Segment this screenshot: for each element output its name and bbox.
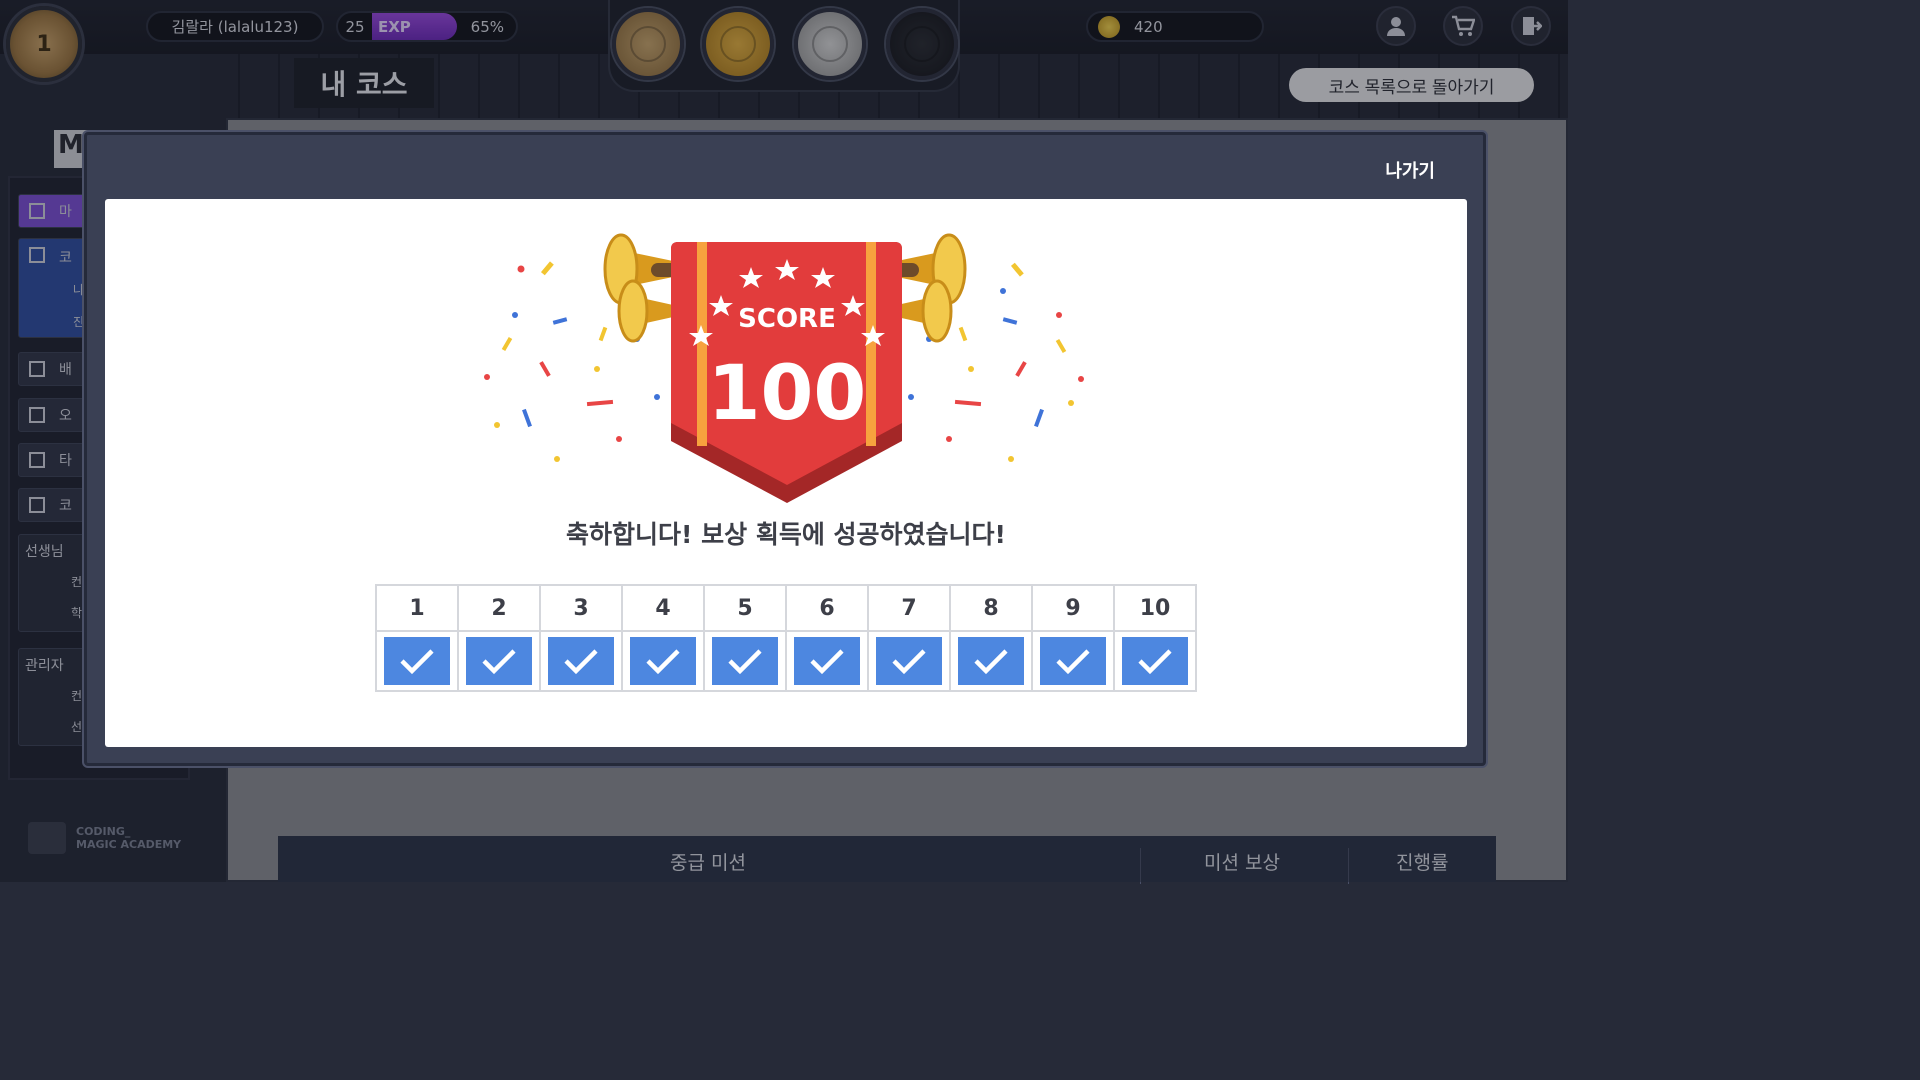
mission-number: 8	[949, 584, 1033, 632]
mission-number: 6	[785, 584, 869, 632]
mission-number: 9	[1031, 584, 1115, 632]
checkmark-icon	[466, 637, 532, 685]
score-label: SCORE	[738, 304, 836, 334]
checkmark-icon	[384, 637, 450, 685]
mission-number: 10	[1113, 584, 1197, 632]
checkmark-icon	[630, 637, 696, 685]
checkmark-icon	[1122, 637, 1188, 685]
mission-number: 4	[621, 584, 705, 632]
mission-number: 3	[539, 584, 623, 632]
reward-modal: 나가기 SCORE 100 축하합니다! 보상 획득에 성공하였습니다! 1 2…	[84, 132, 1486, 766]
mission-number: 1	[375, 584, 459, 632]
mission-number: 5	[703, 584, 787, 632]
mission-number: 7	[867, 584, 951, 632]
score-value: 100	[708, 348, 867, 437]
exit-button[interactable]: 나가기	[1385, 157, 1435, 183]
reward-modal-body: SCORE 100 축하합니다! 보상 획득에 성공하였습니다! 1 2 3 4…	[105, 199, 1467, 747]
checkmark-icon	[548, 637, 614, 685]
mission-number: 2	[457, 584, 541, 632]
checkmark-icon	[794, 637, 860, 685]
trumpet-icon	[603, 233, 681, 343]
checkmark-icon	[712, 637, 778, 685]
checkmark-icon	[1040, 637, 1106, 685]
checkmark-icon	[876, 637, 942, 685]
mission-result-grid: 1 2 3 4 5 6 7 8 9 10	[375, 584, 1197, 692]
congratulations-message: 축하합니다! 보상 획득에 성공하였습니다!	[566, 520, 1006, 549]
checkmark-icon	[958, 637, 1024, 685]
mission-check-row	[375, 630, 1197, 692]
mission-number-row: 1 2 3 4 5 6 7 8 9 10	[375, 584, 1197, 632]
score-banner: SCORE 100	[484, 233, 1084, 503]
